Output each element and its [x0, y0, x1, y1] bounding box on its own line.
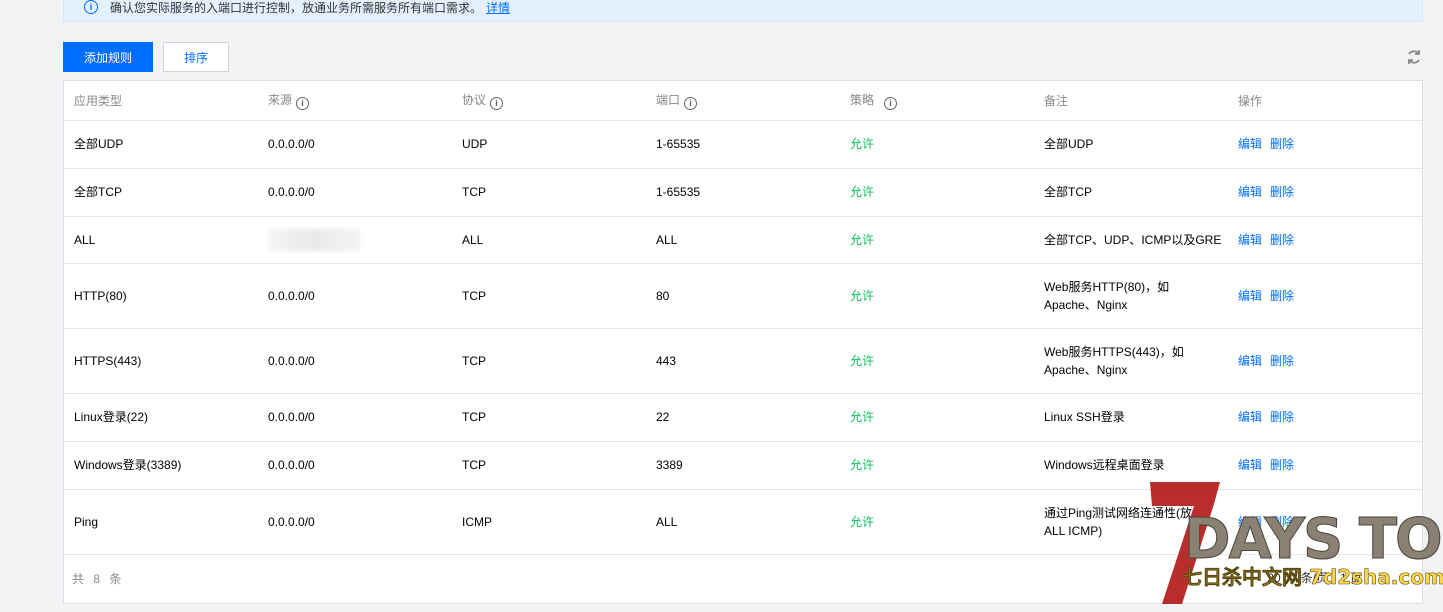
edit-link[interactable]: 编辑 [1238, 233, 1262, 247]
refresh-icon[interactable] [1405, 48, 1423, 66]
delete-link[interactable]: 删除 [1270, 289, 1294, 303]
col-source-header: 来源 i [258, 81, 452, 121]
question-circle-icon[interactable]: i [490, 96, 504, 110]
table-row: Linux登录(22) 0.0.0.0/0 TCP 22 允许 Linux SS… [64, 393, 1422, 442]
redacted-source [268, 228, 360, 251]
edit-link[interactable]: 编辑 [1238, 137, 1262, 151]
edit-link[interactable]: 编辑 [1238, 410, 1262, 424]
edit-link[interactable]: 编辑 [1238, 289, 1262, 303]
add-rule-button[interactable]: 添加规则 [63, 42, 153, 72]
question-circle-icon[interactable]: i [684, 96, 698, 110]
table-header-row: 应用类型 来源 i 协议 i 端口 i 策略 i 备注 操作 [64, 81, 1422, 121]
delete-link[interactable]: 删除 [1270, 354, 1294, 368]
col-action-header: 操作 [1228, 81, 1422, 121]
col-policy-header: 策略 i [840, 81, 1034, 121]
delete-link[interactable]: 删除 [1270, 137, 1294, 151]
question-circle-icon[interactable]: i [884, 96, 898, 110]
watermark-subtitle: 七日杀中文网 7d2sha.com [1182, 565, 1443, 589]
table-row: HTTPS(443) 0.0.0.0/0 TCP 443 允许 Web服务HTT… [64, 328, 1422, 394]
notice-detail-link[interactable]: 详情 [486, 0, 510, 16]
question-circle-icon[interactable]: i [296, 96, 310, 110]
watermark-logo: DAYS TO DIE 七日杀中文网 7d2sha.com [1150, 482, 1443, 604]
total-count: 共 8 条 [72, 571, 125, 586]
toolbar: 添加规则 排序 [63, 42, 1423, 72]
col-type-header: 应用类型 [64, 81, 258, 121]
edit-link[interactable]: 编辑 [1238, 458, 1262, 472]
edit-link[interactable]: 编辑 [1238, 354, 1262, 368]
info-icon: i [84, 0, 98, 14]
edit-link[interactable]: 编辑 [1238, 185, 1262, 199]
col-remark-header: 备注 [1034, 81, 1228, 121]
col-port-header: 端口 i [646, 81, 840, 121]
delete-link[interactable]: 删除 [1270, 233, 1294, 247]
sort-button[interactable]: 排序 [163, 42, 229, 72]
notice-text: 确认您实际服务的入端口进行控制，放通业务所需服务所有端口需求。 [110, 0, 483, 15]
table-row: ALL ALL ALL 允许 全部TCP、UDP、ICMP以及GRE 编辑 删除 [64, 216, 1422, 264]
col-protocol-header: 协议 i [452, 81, 646, 121]
watermark-title: DAYS TO DIE [1184, 507, 1443, 572]
notice-banner: i 确认您实际服务的入端口进行控制，放通业务所需服务所有端口需求。 详情 [63, 0, 1423, 22]
delete-link[interactable]: 删除 [1270, 410, 1294, 424]
delete-link[interactable]: 删除 [1270, 185, 1294, 199]
delete-link[interactable]: 删除 [1270, 458, 1294, 472]
table-row: 全部UDP 0.0.0.0/0 UDP 1-65535 允许 全部UDP 编辑删… [64, 120, 1422, 169]
table-row: 全部TCP 0.0.0.0/0 TCP 1-65535 允许 全部TCP 编辑删… [64, 168, 1422, 217]
table-row: HTTP(80) 0.0.0.0/0 TCP 80 允许 Web服务HTTP(8… [64, 263, 1422, 329]
